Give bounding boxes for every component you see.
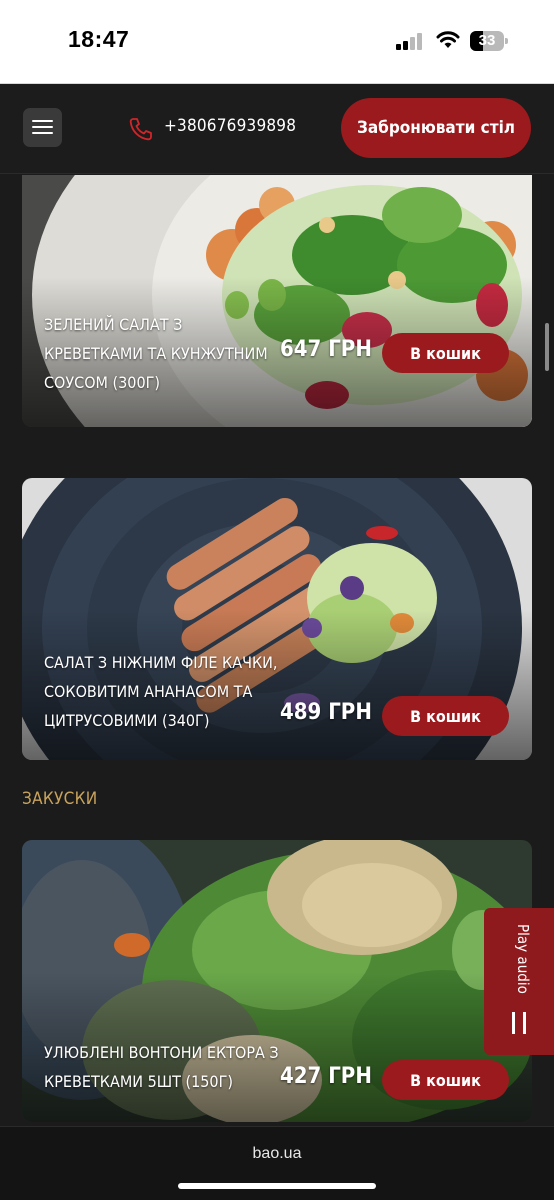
menu-item-card: УЛЮБЛЕНІ ВОНТОНИ ЕКТОРА З КРЕВЕТКАМИ 5шт…: [22, 840, 532, 1122]
play-audio-tab[interactable]: Play audio: [484, 908, 554, 1055]
add-to-cart-button[interactable]: В кошик: [382, 696, 509, 736]
url-text[interactable]: bao.ua: [0, 1145, 554, 1163]
menu-item-price: 647 ГРН: [280, 337, 372, 362]
site-header: +380676939898 Забронювати стіл: [0, 84, 554, 174]
battery-level: 33: [478, 32, 496, 49]
menu-item-price: 489 ГРН: [280, 700, 372, 725]
status-bar: 18:47 33: [0, 0, 554, 84]
pause-icon[interactable]: [510, 1012, 528, 1034]
status-time: 18:47: [68, 26, 130, 52]
book-table-button[interactable]: Забронювати стіл: [341, 98, 531, 158]
menu-item-title: УЛЮБЛЕНІ ВОНТОНИ ЕКТОРА З КРЕВЕТКАМИ 5шт…: [44, 1043, 279, 1091]
menu-item-title: ЗЕЛЕНИЙ САЛАТ З КРЕВЕТКАМИ ТА КУНЖУТНИМ …: [44, 315, 268, 392]
phone-icon[interactable]: [128, 116, 154, 142]
cellular-signal-icon: [396, 32, 426, 50]
add-to-cart-button[interactable]: В кошик: [382, 1060, 509, 1100]
play-audio-label: Play audio: [514, 924, 532, 994]
menu-item-card: ЗЕЛЕНИЙ САЛАТ З КРЕВЕТКАМИ ТА КУНЖУТНИМ …: [22, 175, 532, 427]
menu-item-card: САЛАТ З НІЖНИМ ФІЛЕ КАЧКИ, СОКОВИТИМ АНА…: [22, 478, 532, 760]
menu-item-price: 427 ГРН: [280, 1064, 372, 1089]
scrollbar[interactable]: [545, 323, 549, 371]
browser-address-bar[interactable]: bao.ua: [0, 1126, 554, 1200]
menu-content: ЗЕЛЕНИЙ САЛАТ З КРЕВЕТКАМИ ТА КУНЖУТНИМ …: [0, 175, 554, 1125]
wifi-icon: [436, 31, 460, 48]
menu-item-title: САЛАТ З НІЖНИМ ФІЛЕ КАЧКИ, СОКОВИТИМ АНА…: [44, 653, 278, 730]
battery-icon: 33: [470, 31, 508, 51]
add-to-cart-button[interactable]: В кошик: [382, 333, 509, 373]
home-indicator[interactable]: [178, 1183, 376, 1189]
hamburger-menu-button[interactable]: [23, 108, 62, 147]
section-title-snacks: ЗАКУСКИ: [22, 789, 98, 809]
phone-number-link[interactable]: +380676939898: [164, 116, 296, 136]
